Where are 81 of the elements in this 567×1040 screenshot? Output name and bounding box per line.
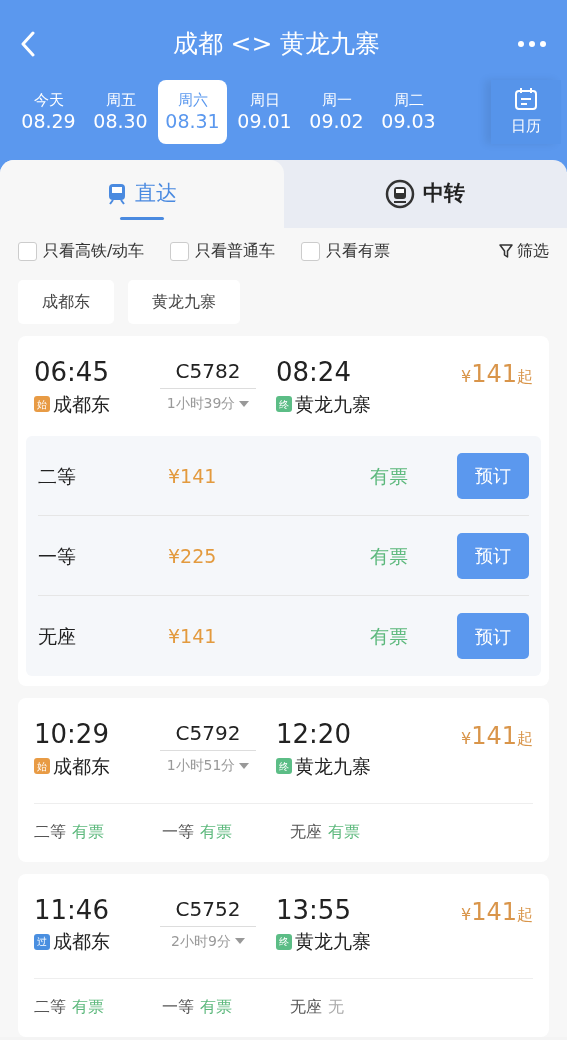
more-button[interactable]	[517, 40, 547, 48]
ticket-status: 有票	[72, 820, 104, 843]
station-tag: 终	[276, 933, 292, 950]
station-name: 成都东	[53, 754, 110, 780]
station-name: 黄龙九寨	[295, 929, 371, 955]
arrival-time: 13:55	[276, 893, 352, 927]
filter-icon	[499, 243, 513, 259]
route-title: 成都 <> 黄龙九寨	[172, 28, 381, 61]
seat-class: 二等	[34, 820, 66, 843]
station-name: 黄龙九寨	[295, 391, 371, 417]
date-tab[interactable]: 周二 09.03	[374, 80, 443, 144]
seat-class: 一等	[162, 820, 194, 843]
ticket-status: 有票	[369, 624, 408, 650]
filter-checkbox[interactable]: 只看普通车	[170, 239, 276, 263]
seat-price: ¥225	[168, 543, 218, 569]
station-chip[interactable]: 成都东	[18, 280, 114, 324]
book-button[interactable]: 预订	[457, 613, 529, 660]
date-tab[interactable]: 周五 08.30	[86, 80, 155, 144]
price: ¥141起	[461, 359, 533, 390]
caret-icon[interactable]	[239, 762, 250, 769]
station-tag: 终	[276, 758, 292, 775]
route-tab[interactable]: 中转	[283, 160, 567, 228]
seat-class: 二等	[38, 463, 77, 489]
seat-price: ¥141	[168, 463, 218, 489]
filter-checkbox[interactable]: 只看高铁/动车	[18, 239, 145, 263]
caret-icon[interactable]	[234, 938, 245, 945]
station-name: 成都东	[53, 391, 110, 417]
price: ¥141起	[461, 896, 533, 928]
ticket-status: 有票	[369, 543, 408, 569]
duration: 2小时9分	[171, 931, 231, 951]
train-card[interactable]: 11:46 过 成都东 C5752 2小时9分 13:55 终 黄龙九寨 ¥141起 二等 有票 一等 有票 无座 无	[18, 873, 549, 1037]
date-tab[interactable]: 今天 08.29	[14, 80, 83, 144]
book-button[interactable]: 预订	[457, 532, 529, 579]
back-icon	[20, 31, 36, 57]
route-tab[interactable]: 直达	[0, 160, 284, 228]
duration: 1小时51分	[166, 756, 236, 776]
date-tab[interactable]: 周一 09.02	[302, 80, 371, 144]
ticket-status: 无	[328, 995, 344, 1018]
departure-time: 10:29	[34, 718, 110, 752]
duration: 1小时39分	[166, 394, 236, 413]
station-name: 成都东	[53, 929, 110, 955]
price: ¥141起	[461, 721, 533, 753]
train-card[interactable]: 10:29 始 成都东 C5792 1小时51分 12:20 终 黄龙九寨 ¥141起 二等 有票 一等 有票 无座 有票	[18, 698, 549, 862]
ticket-status: 有票	[200, 820, 232, 843]
train-number: C5782	[159, 356, 257, 389]
caret-icon[interactable]	[239, 400, 250, 407]
station-tag: 始	[34, 758, 50, 775]
seat-class: 无座	[290, 820, 322, 843]
train-number: C5752	[159, 893, 257, 927]
station-name: 黄龙九寨	[295, 754, 371, 780]
ticket-status: 有票	[72, 995, 104, 1018]
train-number: C5792	[159, 718, 257, 752]
calendar-button[interactable]: 日历	[491, 80, 561, 144]
arrival-time: 08:24	[276, 356, 352, 389]
seat-price: ¥141	[168, 624, 218, 650]
arrival-time: 12:20	[276, 718, 352, 752]
filter-checkbox[interactable]: 只看有票	[301, 239, 391, 263]
seat-class: 无座	[290, 995, 322, 1018]
date-tab[interactable]: 周六 08.31	[158, 80, 227, 144]
departure-time: 11:46	[34, 893, 110, 927]
train-card[interactable]: 06:45 始 成都东 C5782 1小时39分 08:24 终 黄龙九寨 ¥141起 二等 ¥141 有票 预订 一等 ¥225 有票 预订 无座 ¥141 有票 预订	[18, 336, 549, 687]
more-icon	[517, 40, 547, 48]
station-chip[interactable]: 黄龙九寨	[128, 280, 240, 324]
ticket-status: 有票	[369, 463, 408, 489]
ticket-status: 有票	[328, 820, 360, 843]
seat-class: 一等	[38, 543, 77, 569]
filter-button[interactable]: 筛选	[499, 239, 549, 263]
date-tab[interactable]: 周日 09.01	[230, 80, 299, 144]
ticket-status: 有票	[200, 995, 232, 1018]
seat-class: 无座	[38, 624, 77, 650]
train-icon	[106, 183, 127, 205]
calendar-icon	[514, 86, 538, 111]
seat-class: 二等	[34, 995, 66, 1018]
station-tag: 始	[34, 396, 50, 413]
train-icon	[385, 179, 416, 209]
station-tag: 过	[34, 933, 50, 950]
station-tag: 终	[276, 396, 292, 413]
back-button[interactable]	[20, 31, 36, 57]
seat-class: 一等	[162, 995, 194, 1018]
book-button[interactable]: 预订	[457, 452, 529, 499]
departure-time: 06:45	[34, 356, 110, 389]
